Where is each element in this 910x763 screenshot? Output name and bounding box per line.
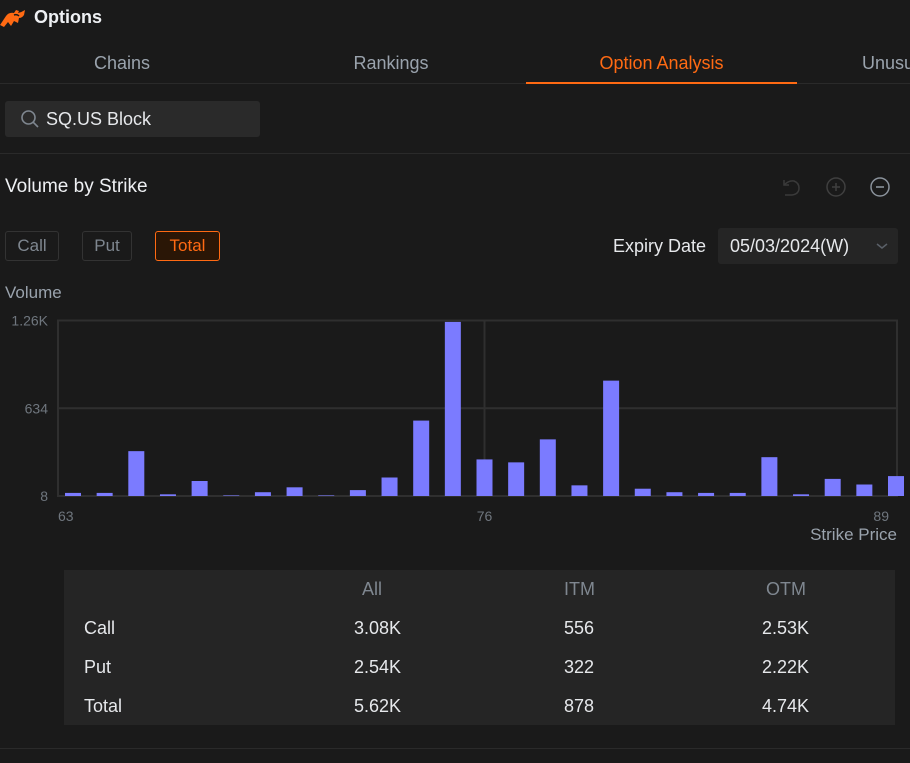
search-input[interactable]: [46, 108, 246, 130]
expiry-date-select[interactable]: 05/03/2024(W): [718, 228, 898, 264]
bar-strike-89: [888, 476, 904, 496]
x-tick-label: 63: [58, 508, 74, 524]
bar-strike-75: [444, 321, 461, 496]
bar-strike-76: [476, 459, 493, 496]
cell-itm: 322: [564, 657, 595, 677]
row-label: Put: [84, 657, 112, 677]
bar-strike-64: [96, 492, 113, 496]
zoom-in-icon[interactable]: [825, 176, 847, 198]
y-tick-label: 8: [40, 488, 48, 504]
tab-unusual[interactable]: Unusu: [862, 44, 910, 84]
bar-strike-84: [729, 492, 746, 496]
column-header-all: All: [362, 579, 383, 599]
bottom-divider: [0, 748, 910, 749]
bull-logo-icon: [0, 10, 25, 27]
bar-strike-71: [318, 495, 335, 496]
row-label: Call: [84, 618, 116, 638]
bar-strike-66: [159, 494, 176, 496]
cell-otm: 4.74K: [762, 696, 810, 716]
zoom-out-icon[interactable]: [869, 176, 891, 198]
bar-strike-74: [413, 420, 430, 496]
bar-strike-80: [603, 380, 620, 496]
bar-strike-82: [666, 492, 683, 496]
y-tick-label: 1.26K: [11, 313, 48, 329]
search-icon: [21, 110, 39, 128]
chevron-down-icon: [876, 243, 888, 249]
expiry-date-value: 05/03/2024(W): [730, 236, 850, 256]
tab-rankings[interactable]: Rankings: [296, 44, 486, 84]
bar-strike-73: [381, 477, 398, 496]
bar-strike-79: [571, 485, 588, 496]
summary-table: All ITM OTM Call 3.08K 556 2.53K Put 2.5…: [64, 570, 895, 725]
expiry-date-label: Expiry Date: [613, 236, 707, 256]
filter-put-button[interactable]: Put: [82, 231, 132, 261]
bar-strike-67: [191, 481, 208, 496]
bar-strike-63: [65, 492, 81, 496]
bar-strike-72: [349, 490, 366, 496]
tab-bar: Chains Rankings Option Analysis Unusu: [0, 44, 910, 84]
bar-strike-88: [856, 484, 873, 496]
filter-call-button[interactable]: Call: [5, 231, 59, 261]
cell-all: 5.62K: [354, 696, 402, 716]
volume-by-strike-chart: 8 634 1.26K 63 76 89Strike Price: [11, 313, 904, 544]
y-tick-label: 634: [25, 400, 49, 416]
filter-total-button[interactable]: Total: [155, 231, 220, 261]
row-label: Total: [84, 696, 123, 716]
section-divider: [0, 153, 910, 154]
cell-all: 3.08K: [354, 618, 402, 638]
bar-strike-69: [254, 492, 271, 496]
tab-chains[interactable]: Chains: [42, 44, 202, 84]
cell-itm: 556: [564, 618, 595, 638]
app-title: Options: [34, 7, 102, 27]
symbol-search[interactable]: [5, 101, 260, 137]
cell-itm: 878: [564, 696, 595, 716]
bar-strike-70: [286, 487, 303, 496]
bar-strike-83: [698, 492, 715, 496]
tab-option-analysis[interactable]: Option Analysis: [526, 44, 797, 84]
column-header-itm: ITM: [564, 579, 595, 599]
cell-otm: 2.22K: [762, 657, 810, 677]
bar-strike-78: [539, 439, 556, 496]
bar-strike-68: [223, 495, 240, 496]
x-tick-label: 89: [873, 508, 889, 524]
title-bar: Options: [0, 0, 910, 36]
section-title: Volume by Strike: [5, 176, 148, 197]
undo-icon[interactable]: [780, 176, 802, 198]
bar-strike-77: [508, 462, 525, 496]
cell-otm: 2.53K: [762, 618, 810, 638]
bar-strike-65: [128, 451, 145, 496]
bar-strike-85: [761, 457, 778, 496]
bar-strike-87: [824, 478, 841, 496]
bar-strike-81: [634, 488, 651, 496]
x-axis-title: Strike Price: [810, 525, 897, 544]
cell-all: 2.54K: [354, 657, 402, 677]
x-tick-label: 76: [477, 508, 493, 524]
column-header-otm: OTM: [766, 579, 806, 599]
bar-strike-86: [793, 494, 810, 496]
